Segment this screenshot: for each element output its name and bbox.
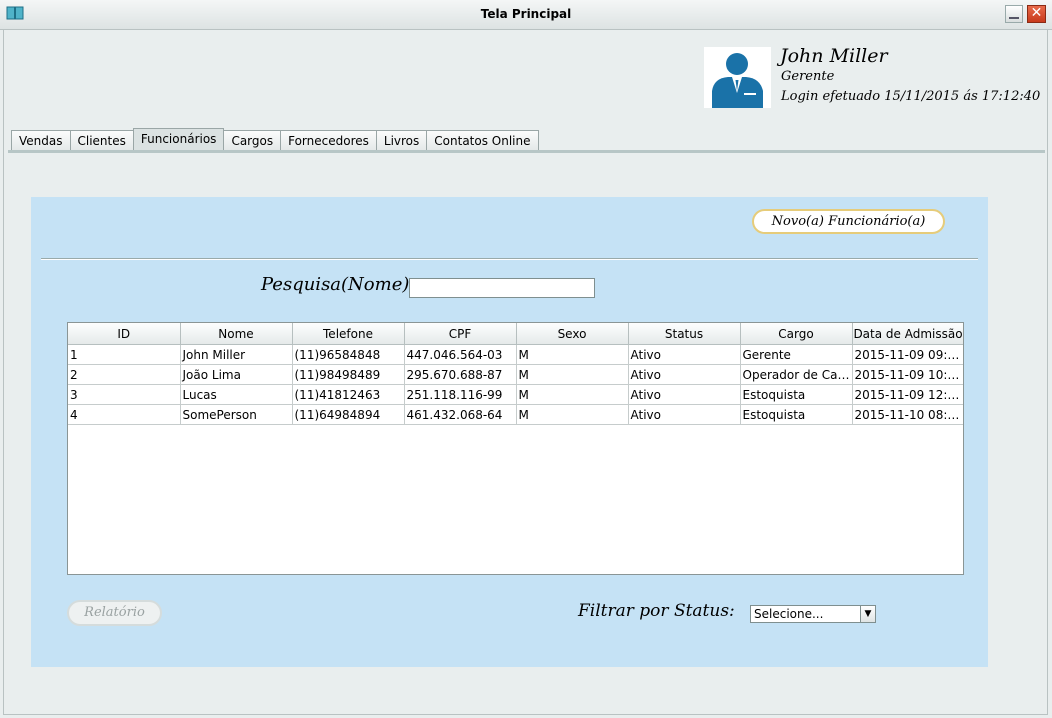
cell-sexo: M <box>516 364 629 385</box>
column-header-telefone[interactable]: Telefone <box>292 323 405 345</box>
search-label: Pesquisa(Nome): <box>261 274 416 295</box>
cell-cargo: Estoquista <box>740 384 853 405</box>
close-button[interactable]: ✕ <box>1027 5 1046 23</box>
cell-sexo: M <box>516 404 629 425</box>
cell-cpf: 461.432.068-64 <box>404 404 517 425</box>
filter-status-label: Filtrar por Status: <box>578 601 735 621</box>
cell-data-admissao: 2015-11-10 08:34... <box>852 404 963 425</box>
cell-cargo: Operador de Caixa <box>740 364 853 385</box>
title-bar: Tela Principal ✕ <box>0 0 1052 30</box>
search-input[interactable] <box>409 278 595 298</box>
column-header-data-admissao[interactable]: Data de Admissão <box>852 323 963 345</box>
column-header-status[interactable]: Status <box>628 323 741 345</box>
table-row[interactable]: 1 John Miller (11)96584848 447.046.564-0… <box>68 344 963 365</box>
tab-cargos[interactable]: Cargos <box>223 130 282 150</box>
cell-data-admissao: 2015-11-09 10:23... <box>852 364 963 385</box>
window-title: Tela Principal <box>480 7 572 21</box>
cell-id: 1 <box>68 344 181 365</box>
cell-telefone: (11)98498489 <box>292 364 405 385</box>
tab-vendas[interactable]: Vendas <box>11 130 71 150</box>
cell-cpf: 295.670.688-87 <box>404 364 517 385</box>
column-header-sexo[interactable]: Sexo <box>516 323 629 345</box>
chevron-down-icon[interactable]: ▼ <box>860 606 875 622</box>
cell-status: Ativo <box>628 404 741 425</box>
cell-status: Ativo <box>628 384 741 405</box>
table-header-row: ID Nome Telefone CPF Sexo Status Cargo D… <box>68 323 963 345</box>
cell-id: 2 <box>68 364 181 385</box>
tab-fornecedores[interactable]: Fornecedores <box>280 130 377 150</box>
cell-telefone: (11)41812463 <box>292 384 405 405</box>
cell-cargo: Estoquista <box>740 404 853 425</box>
cell-telefone: (11)64984894 <box>292 404 405 425</box>
table-row[interactable]: 2 João Lima (11)98498489 295.670.688-87 … <box>68 364 963 385</box>
column-header-cpf[interactable]: CPF <box>404 323 517 345</box>
cell-nome: John Miller <box>180 344 293 365</box>
login-info: Login efetuado 15/11/2015 ás 17:12:40 <box>781 89 1041 104</box>
tab-bar: Vendas Clientes Funcionários Cargos Forn… <box>11 128 539 151</box>
tab-divider <box>8 150 1045 153</box>
cell-sexo: M <box>516 344 629 365</box>
table-row[interactable]: 4 SomePerson (11)64984894 461.432.068-64… <box>68 404 963 425</box>
cell-status: Ativo <box>628 364 741 385</box>
tab-clientes[interactable]: Clientes <box>69 130 134 150</box>
cell-cpf: 447.046.564-03 <box>404 344 517 365</box>
cell-telefone: (11)96584848 <box>292 344 405 365</box>
cell-nome: SomePerson <box>180 404 293 425</box>
column-header-id[interactable]: ID <box>68 323 181 345</box>
report-button[interactable]: Relatório <box>67 600 162 626</box>
cell-nome: Lucas <box>180 384 293 405</box>
cell-cargo: Gerente <box>740 344 853 365</box>
separator <box>41 258 978 260</box>
new-employee-button[interactable]: Novo(a) Funcionário(a) <box>752 209 945 234</box>
user-name: John Miller <box>780 45 888 67</box>
cell-nome: João Lima <box>180 364 293 385</box>
tab-livros[interactable]: Livros <box>375 130 428 150</box>
cell-id: 4 <box>68 404 181 425</box>
tab-contatos-online[interactable]: Contatos Online <box>426 130 539 150</box>
cell-data-admissao: 2015-11-09 12:22... <box>852 384 963 405</box>
column-header-nome[interactable]: Nome <box>180 323 293 345</box>
employees-table: ID Nome Telefone CPF Sexo Status Cargo D… <box>67 322 964 575</box>
column-header-cargo[interactable]: Cargo <box>740 323 853 345</box>
cell-sexo: M <box>516 384 629 405</box>
cell-status: Ativo <box>628 344 741 365</box>
cell-id: 3 <box>68 384 181 405</box>
table-row[interactable]: 3 Lucas (11)41812463 251.118.116-99 M At… <box>68 384 963 405</box>
tab-funcionarios[interactable]: Funcionários <box>132 128 225 151</box>
minimize-button[interactable] <box>1005 5 1023 23</box>
cell-cpf: 251.118.116-99 <box>404 384 517 405</box>
user-role: Gerente <box>781 69 835 84</box>
cell-data-admissao: 2015-11-09 09:45... <box>852 344 963 365</box>
manager-avatar-icon <box>704 47 771 108</box>
status-filter-value: Selecione... <box>754 607 824 621</box>
status-filter-select[interactable]: Selecione... ▼ <box>750 605 876 623</box>
